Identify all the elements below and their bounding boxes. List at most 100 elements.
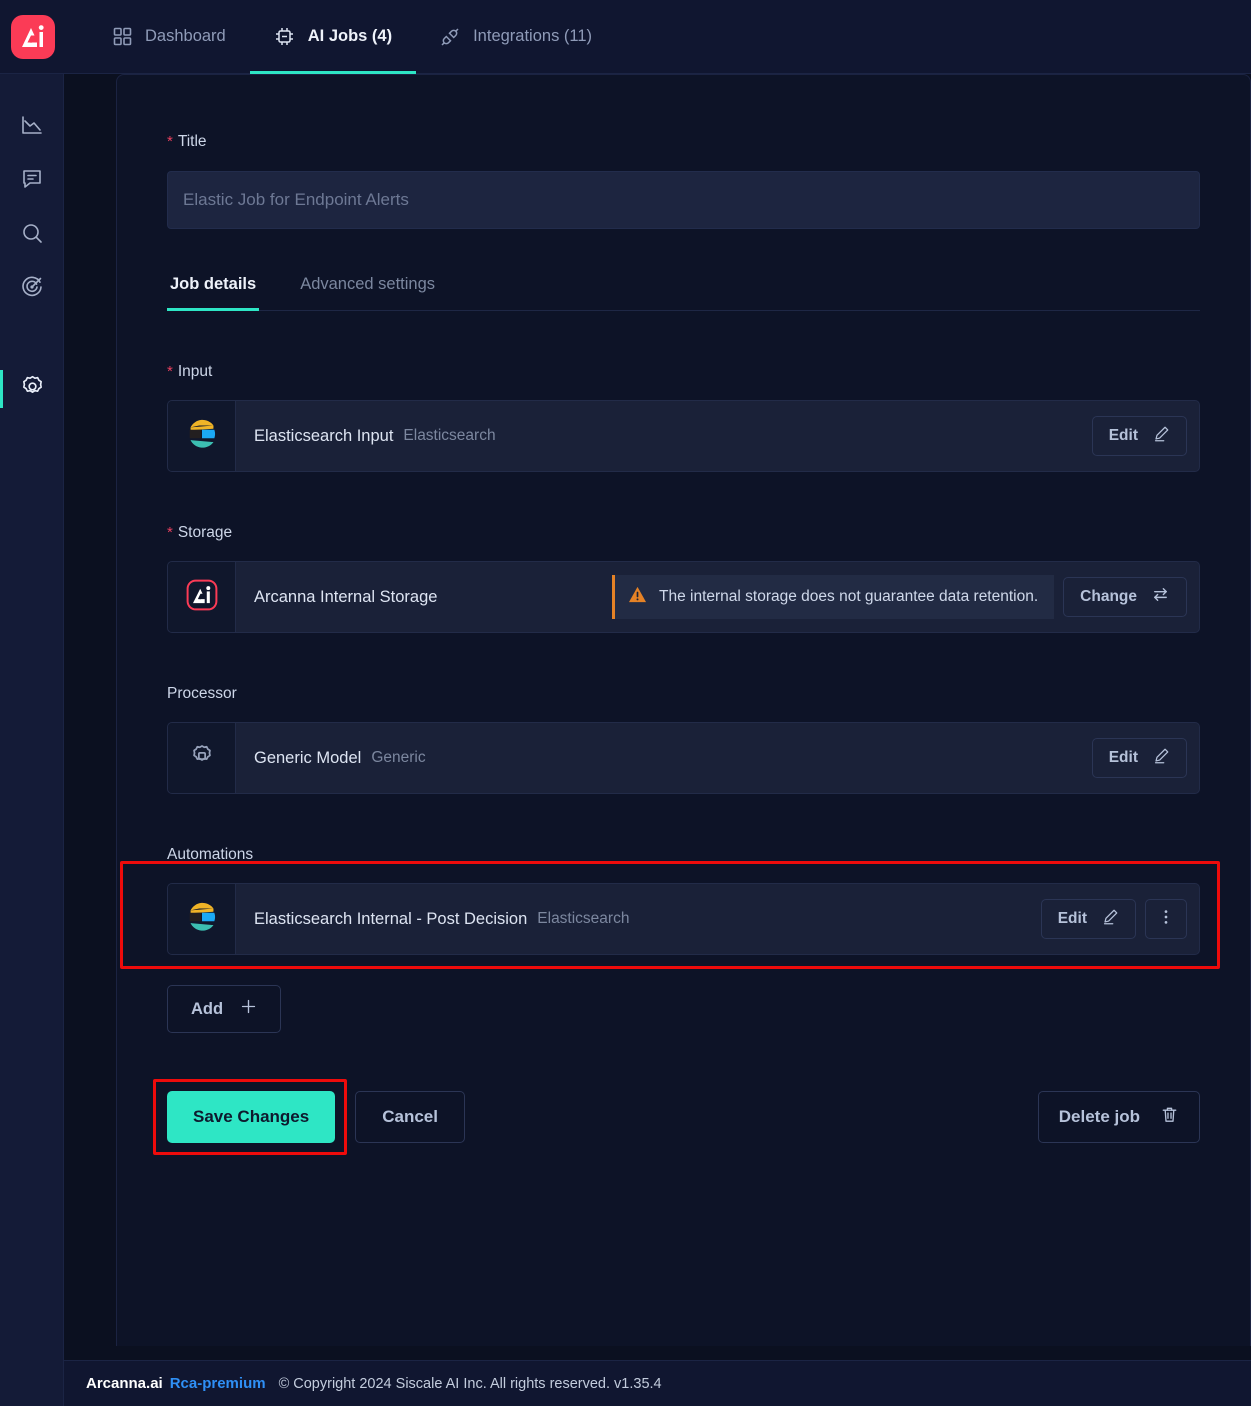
storage-change-button[interactable]: Change: [1063, 577, 1187, 617]
sidebar-item-search[interactable]: [0, 208, 64, 262]
title-label-text: Title: [177, 133, 207, 150]
tab-integrations-label: Integrations (11): [473, 27, 593, 45]
processor-row-actions: Edit: [1091, 738, 1199, 778]
input-row-subtitle: Elasticsearch: [403, 427, 496, 444]
delete-job-button[interactable]: Delete job: [1037, 1091, 1200, 1143]
storage-row-actions: The internal storage does not guarantee …: [612, 575, 1199, 619]
automation-edit-button[interactable]: Edit: [1040, 899, 1136, 939]
arcanna-mark-icon: [22, 24, 44, 47]
automations-section-label: Automations: [167, 846, 1200, 864]
automation-row-title: Elasticsearch Internal - Post Decision: [254, 909, 528, 928]
pencil-icon: [1152, 425, 1170, 448]
delete-job-label: Delete job: [1058, 1107, 1140, 1126]
plug-icon: [440, 27, 460, 47]
storage-label-text: Storage: [177, 524, 233, 541]
storage-row[interactable]: Arcanna Internal Storage The internal st…: [167, 561, 1200, 633]
processor-row-iconbox: [168, 723, 236, 793]
processor-section-label: Processor: [167, 685, 1200, 703]
input-row-actions: Edit: [1091, 416, 1199, 456]
plus-icon: [240, 998, 257, 1020]
automations-section: Automations Elasticsearch Internal - Pos…: [120, 846, 1220, 1033]
add-automation-label: Add: [190, 999, 224, 1018]
tab-advanced-settings-label: Advanced settings: [300, 275, 436, 293]
cancel-button[interactable]: Cancel: [355, 1091, 465, 1143]
processor-edit-label: Edit: [1108, 749, 1138, 766]
processor-edit-button[interactable]: Edit: [1091, 738, 1187, 778]
swap-arrows-icon: [1151, 585, 1170, 609]
processor-chip-icon: [188, 742, 216, 775]
automation-row-actions: Edit: [1040, 899, 1199, 939]
required-asterisk: *: [167, 363, 173, 380]
footer-edition: Rca-premium: [169, 1375, 266, 1392]
add-automation-button[interactable]: Add: [167, 985, 281, 1033]
tab-advanced-settings[interactable]: Advanced settings: [297, 275, 438, 310]
automation-row-iconbox: [168, 884, 236, 954]
tab-dashboard[interactable]: Dashboard: [89, 0, 250, 74]
chip-icon: [274, 26, 295, 47]
top-navigation-bar: Dashboard AI Jobs (4) Integrations (11): [0, 0, 1251, 74]
main-content: * Title Elastic Job for Endpoint Alerts J…: [64, 74, 1251, 1360]
storage-section-label: * Storage: [167, 524, 1200, 542]
tab-ai-jobs[interactable]: AI Jobs (4): [249, 0, 417, 74]
automations-label-text: Automations: [167, 846, 254, 863]
storage-change-label: Change: [1080, 588, 1137, 605]
processor-row[interactable]: Generic Model Generic Edit: [167, 722, 1200, 794]
required-asterisk: *: [167, 133, 173, 150]
input-edit-button[interactable]: Edit: [1091, 416, 1187, 456]
pencil-icon: [1152, 747, 1170, 770]
processor-row-title: Generic Model: [254, 748, 362, 767]
job-section-tabs: Job details Advanced settings: [167, 275, 1200, 311]
target-icon: [20, 275, 44, 304]
storage-warning: The internal storage does not guarantee …: [612, 575, 1055, 619]
arcanna-icon: [184, 577, 220, 618]
automation-row-subtitle: Elasticsearch: [537, 910, 630, 927]
sidebar-item-analytics[interactable]: [0, 100, 64, 154]
chat-bubble-icon: [20, 167, 44, 196]
storage-row-body: Arcanna Internal Storage: [236, 588, 612, 607]
processor-row-body: Generic Model Generic: [236, 749, 1092, 768]
processor-section: Processor Generic Model Generic Edit: [167, 685, 1200, 794]
footer-brand: Arcanna.ai: [86, 1375, 163, 1392]
app-root: Dashboard AI Jobs (4) Integrations (11) …: [0, 0, 1251, 1406]
trash-icon: [1160, 1105, 1179, 1129]
input-row-body: Elasticsearch Input Elasticsearch: [236, 427, 1092, 446]
app-footer: Arcanna.ai Rca-premium © Copyright 2024 …: [64, 1360, 1251, 1406]
input-label-text: Input: [177, 363, 213, 380]
input-section-label: * Input: [167, 363, 1200, 381]
elasticsearch-icon: [183, 898, 221, 941]
elasticsearch-icon: [183, 415, 221, 458]
processor-row-subtitle: Generic: [371, 749, 426, 766]
footer-copyright: © Copyright 2024 Siscale AI Inc. All rig…: [278, 1375, 662, 1392]
line-chart-icon: [20, 113, 44, 142]
title-input[interactable]: Elastic Job for Endpoint Alerts: [167, 171, 1200, 229]
warning-triangle-icon: [628, 585, 647, 609]
left-sidebar: [0, 74, 64, 1406]
sidebar-item-feedback[interactable]: [0, 154, 64, 208]
automation-row[interactable]: Elasticsearch Internal - Post Decision E…: [167, 883, 1200, 955]
search-icon: [20, 221, 44, 250]
arcanna-logo[interactable]: [11, 14, 55, 59]
sidebar-item-settings[interactable]: [0, 362, 64, 416]
title-field-label: * Title: [167, 133, 1200, 151]
sidebar-item-insights[interactable]: [0, 262, 64, 316]
storage-row-title: Arcanna Internal Storage: [254, 587, 438, 606]
title-input-placeholder: Elastic Job for Endpoint Alerts: [183, 190, 409, 209]
main-tabs: Dashboard AI Jobs (4) Integrations (11): [89, 0, 616, 74]
storage-warning-text: The internal storage does not guarantee …: [659, 588, 1039, 605]
storage-section: * Storage Arcanna Internal Storage The i…: [167, 524, 1200, 633]
tab-job-details-label: Job details: [170, 275, 257, 293]
job-edit-card: * Title Elastic Job for Endpoint Alerts J…: [116, 74, 1251, 1346]
save-changes-button[interactable]: Save Changes: [167, 1091, 336, 1143]
tab-dashboard-label: Dashboard: [145, 27, 226, 45]
input-row-iconbox: [168, 401, 236, 471]
input-row[interactable]: Elasticsearch Input Elasticsearch Edit: [167, 400, 1200, 472]
processor-label-text: Processor: [167, 685, 237, 702]
input-section: * Input Elasticsearch Input Elasticsearc…: [167, 363, 1200, 472]
tab-job-details[interactable]: Job details: [167, 275, 260, 311]
pencil-icon: [1101, 908, 1119, 931]
required-asterisk: *: [167, 524, 173, 541]
tab-integrations[interactable]: Integrations (11): [416, 0, 616, 74]
form-actions: Save Changes Cancel Delete job: [153, 1079, 1200, 1155]
automation-more-button[interactable]: [1145, 899, 1187, 939]
gear-icon: [20, 374, 45, 404]
